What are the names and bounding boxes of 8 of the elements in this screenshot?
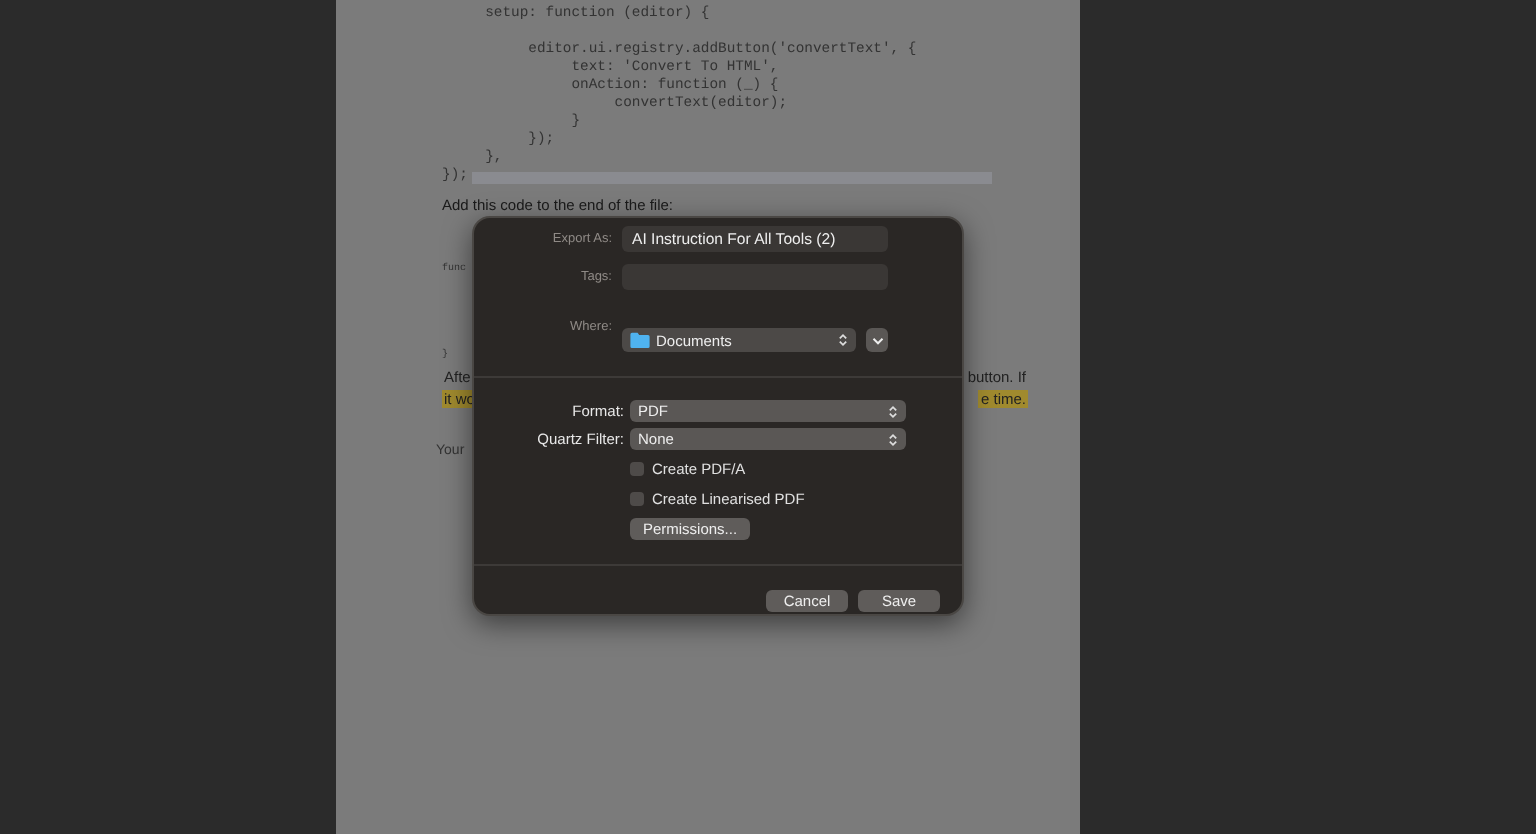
up-down-arrows-icon <box>838 332 849 348</box>
checkbox[interactable] <box>630 491 644 505</box>
expand-button[interactable] <box>866 328 888 352</box>
checkbox[interactable] <box>630 461 644 475</box>
up-down-arrows-icon <box>888 431 898 447</box>
up-down-arrows-icon <box>888 403 898 419</box>
folder-icon <box>630 332 650 348</box>
chevron-down-icon <box>871 335 884 345</box>
